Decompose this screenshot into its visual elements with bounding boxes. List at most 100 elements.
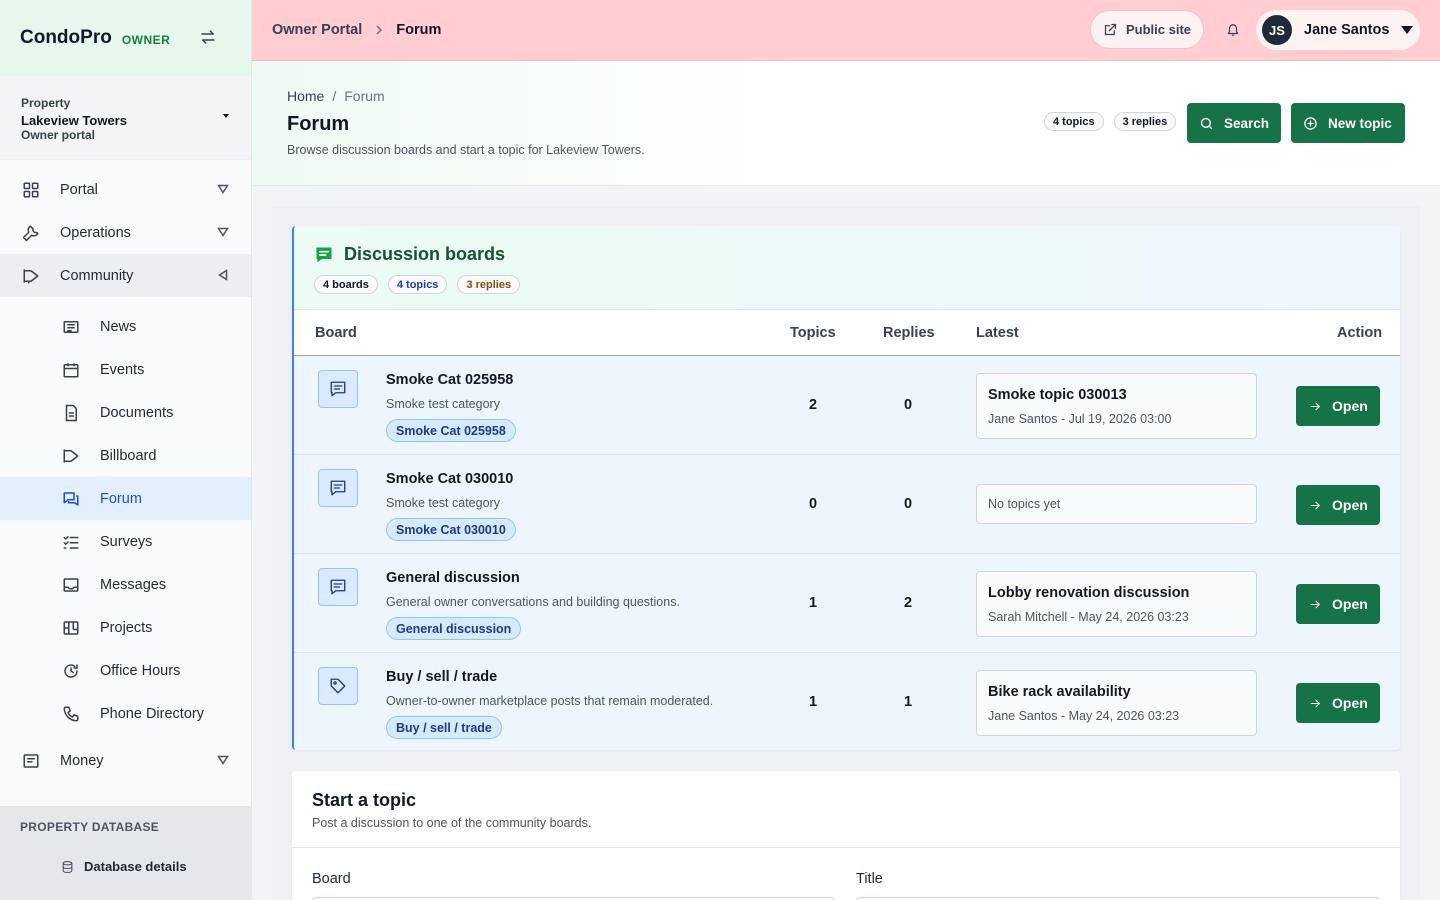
topics-count: 0 xyxy=(808,496,818,512)
sidebar-item-phone-directory[interactable]: Phone Directory xyxy=(0,692,251,735)
card-header: Discussion boards 4 boards 4 topics 3 re… xyxy=(294,226,1400,310)
board-description: Owner-to-owner marketplace posts that re… xyxy=(386,694,714,708)
latest-topic[interactable]: Smoke topic 030013 Jane Santos - Jul 19,… xyxy=(976,373,1257,439)
replies-count: 0 xyxy=(903,397,913,413)
header-stats: 4 topics 3 replies xyxy=(1044,112,1177,131)
property-sub: Owner portal xyxy=(21,128,96,142)
latest-topic[interactable]: Lobby renovation discussion Sarah Mitche… xyxy=(976,571,1257,637)
sidebar-item-messages[interactable]: Messages xyxy=(0,563,251,606)
topbar-crumb-root[interactable]: Owner Portal xyxy=(272,22,362,38)
board-tag[interactable]: General discussion xyxy=(386,617,522,640)
sidebar-item-label: News xyxy=(100,318,137,335)
board-name[interactable]: General discussion xyxy=(386,570,520,586)
open-button[interactable]: Open xyxy=(1296,485,1380,525)
replies-count: 1 xyxy=(903,694,913,710)
title-field-label: Title xyxy=(856,871,883,887)
latest-topic-meta: Jane Santos - Jul 19, 2026 03:00 xyxy=(988,412,1172,426)
sidebar-item-label: Operations xyxy=(60,224,131,241)
chat-icon xyxy=(318,370,358,408)
page-header: Home / Forum Forum Browse discussion board… xyxy=(252,61,1440,186)
sidebar-item-portal[interactable]: Portal xyxy=(0,168,251,211)
newspaper-icon xyxy=(62,318,80,336)
arrow-right-icon xyxy=(1309,697,1322,710)
external-link-icon xyxy=(1103,22,1118,37)
open-button[interactable]: Open xyxy=(1296,386,1380,426)
board-tag[interactable]: Smoke Cat 025958 xyxy=(386,419,516,442)
sidebar-item-forum[interactable]: Forum xyxy=(0,477,251,520)
brand: CondoPro OWNER xyxy=(0,0,251,76)
public-site-button[interactable]: Public site xyxy=(1090,10,1204,49)
database-details-link[interactable]: Database details xyxy=(0,834,251,874)
sidebar-item-operations[interactable]: Operations xyxy=(0,211,251,254)
phone-icon xyxy=(62,705,80,723)
megaphone-icon xyxy=(22,267,40,285)
sidebar-item-office-hours[interactable]: Office Hours xyxy=(0,649,251,692)
property-selector[interactable]: Property Lakeview Towers Owner portal xyxy=(0,76,251,160)
open-button[interactable]: Open xyxy=(1296,584,1380,624)
sidebar-item-label: Community xyxy=(60,267,134,284)
chat-icon xyxy=(314,245,334,265)
chevron-down-icon xyxy=(217,754,229,766)
topbar-crumb-current: Forum xyxy=(396,22,442,38)
breadcrumb-separator: / xyxy=(332,88,337,104)
boards-count-badge: 4 boards xyxy=(314,275,378,294)
column-header-replies: Replies xyxy=(883,324,935,341)
start-topic-title: Start a topic xyxy=(312,790,417,810)
topbar: Owner Portal Forum Public site JS Jane S… xyxy=(252,0,1440,61)
latest-topic-title: Bike rack availability xyxy=(988,684,1131,700)
sidebar-item-news[interactable]: News xyxy=(0,305,251,348)
caret-down-icon xyxy=(223,114,229,118)
column-header-topics: Topics xyxy=(790,324,836,341)
user-menu[interactable]: JS Jane Santos xyxy=(1256,10,1420,50)
new-topic-button[interactable]: New topic xyxy=(1291,103,1405,143)
receipt-icon xyxy=(22,752,40,770)
open-label: Open xyxy=(1332,398,1368,414)
chat-icon xyxy=(318,469,358,507)
search-button[interactable]: Search xyxy=(1187,103,1281,143)
topics-count-badge: 4 topics xyxy=(387,275,448,294)
replies-count-badge: 3 replies xyxy=(457,275,521,294)
sidebar-item-documents[interactable]: Documents xyxy=(0,391,251,434)
open-button[interactable]: Open xyxy=(1296,683,1380,723)
chevron-down-icon xyxy=(217,226,229,238)
column-header-latest: Latest xyxy=(976,324,1019,341)
sidebar-item-label: Messages xyxy=(100,576,167,593)
sidebar-item-projects[interactable]: Projects xyxy=(0,606,251,649)
swap-arrows-icon[interactable] xyxy=(199,28,217,46)
database-details-label: Database details xyxy=(84,859,187,874)
sidebar-item-events[interactable]: Events xyxy=(0,348,251,391)
latest-topic-meta: Sarah Mitchell - May 24, 2026 03:23 xyxy=(988,610,1189,624)
topics-count: 2 xyxy=(808,397,818,413)
latest-topic-title: Smoke topic 030013 xyxy=(988,387,1127,403)
board-name[interactable]: Buy / sell / trade xyxy=(386,669,497,685)
tag-icon xyxy=(318,667,358,705)
sidebar-item-community[interactable]: Community xyxy=(0,254,251,297)
discussion-boards-card: Discussion boards 4 boards 4 topics 3 re… xyxy=(292,226,1400,750)
board-name[interactable]: Smoke Cat 025958 xyxy=(386,372,513,388)
board-field-label: Board xyxy=(312,871,351,887)
latest-topic[interactable]: Bike rack availability Jane Santos - May… xyxy=(976,670,1257,736)
sidebar-item-label: Money xyxy=(60,752,104,769)
plus-circle-icon xyxy=(1303,116,1318,131)
database-icon xyxy=(61,860,74,874)
sidebar-item-label: Billboard xyxy=(100,447,157,464)
breadcrumb-home[interactable]: Home xyxy=(287,88,324,104)
caret-down-icon xyxy=(1401,26,1413,34)
board-tag[interactable]: Buy / sell / trade xyxy=(386,716,502,739)
sidebar-item-label: Phone Directory xyxy=(100,705,204,722)
board-tag[interactable]: Smoke Cat 030010 xyxy=(386,518,516,541)
chevron-down-icon xyxy=(217,183,229,195)
sidebar-item-billboard[interactable]: Billboard xyxy=(0,434,251,477)
database-title: PROPERTY DATABASE xyxy=(20,820,160,834)
user-name: Jane Santos xyxy=(1304,22,1390,38)
avatar: JS xyxy=(1262,15,1292,45)
board-description: Smoke test category xyxy=(386,496,500,510)
sidebar-item-surveys[interactable]: Surveys xyxy=(0,520,251,563)
sidebar-item-money[interactable]: Money xyxy=(0,739,251,782)
bell-icon[interactable] xyxy=(1226,22,1240,38)
open-label: Open xyxy=(1332,497,1368,513)
board-name[interactable]: Smoke Cat 030010 xyxy=(386,471,513,487)
megaphone-icon xyxy=(62,447,80,465)
community-submenu: News Events Documents Billboard Forum Su… xyxy=(0,297,251,739)
page-description: Browse discussion boards and start a top… xyxy=(287,143,645,157)
